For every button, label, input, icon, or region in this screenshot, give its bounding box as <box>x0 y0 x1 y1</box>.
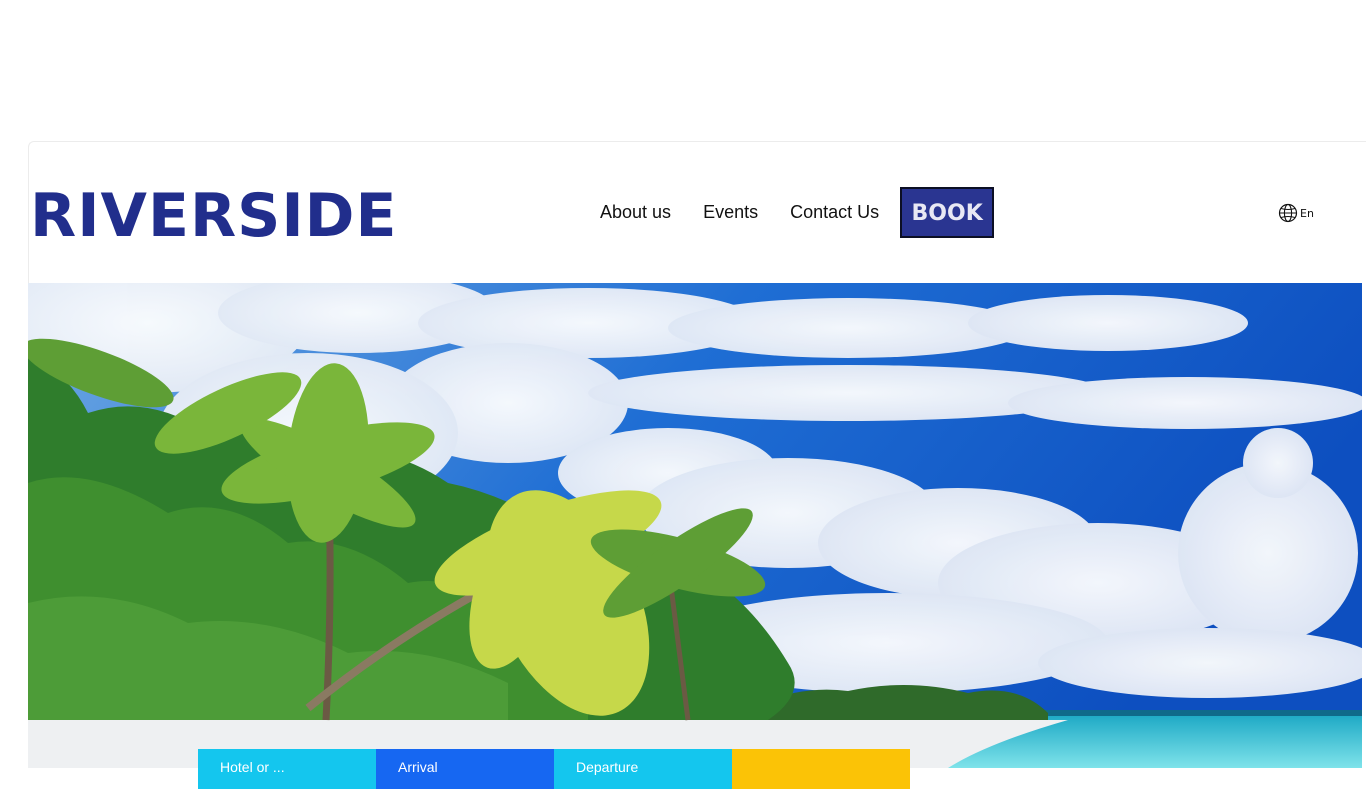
nav-about-us[interactable]: About us <box>600 202 671 223</box>
logo[interactable]: RIVERSIDE <box>30 180 397 252</box>
search-button[interactable] <box>732 749 910 789</box>
globe-icon <box>1278 203 1298 223</box>
language-label: En <box>1300 206 1314 220</box>
language-selector[interactable]: En <box>1278 203 1314 223</box>
main-nav: About us Events Contact Us BOOK <box>600 186 995 238</box>
booking-bar: Hotel or ... Arrival Departure <box>198 749 910 789</box>
nav-contact-us[interactable]: Contact Us <box>790 202 879 223</box>
hero-image <box>28 283 1362 768</box>
nav-events[interactable]: Events <box>703 202 758 223</box>
arrival-date-field[interactable]: Arrival <box>376 749 554 789</box>
hotel-field[interactable]: Hotel or ... <box>198 749 376 789</box>
site-header: RIVERSIDE About us Events Contact Us BOO… <box>28 142 1362 283</box>
departure-date-field[interactable]: Departure <box>554 749 732 789</box>
book-button[interactable]: BOOK <box>900 186 995 238</box>
